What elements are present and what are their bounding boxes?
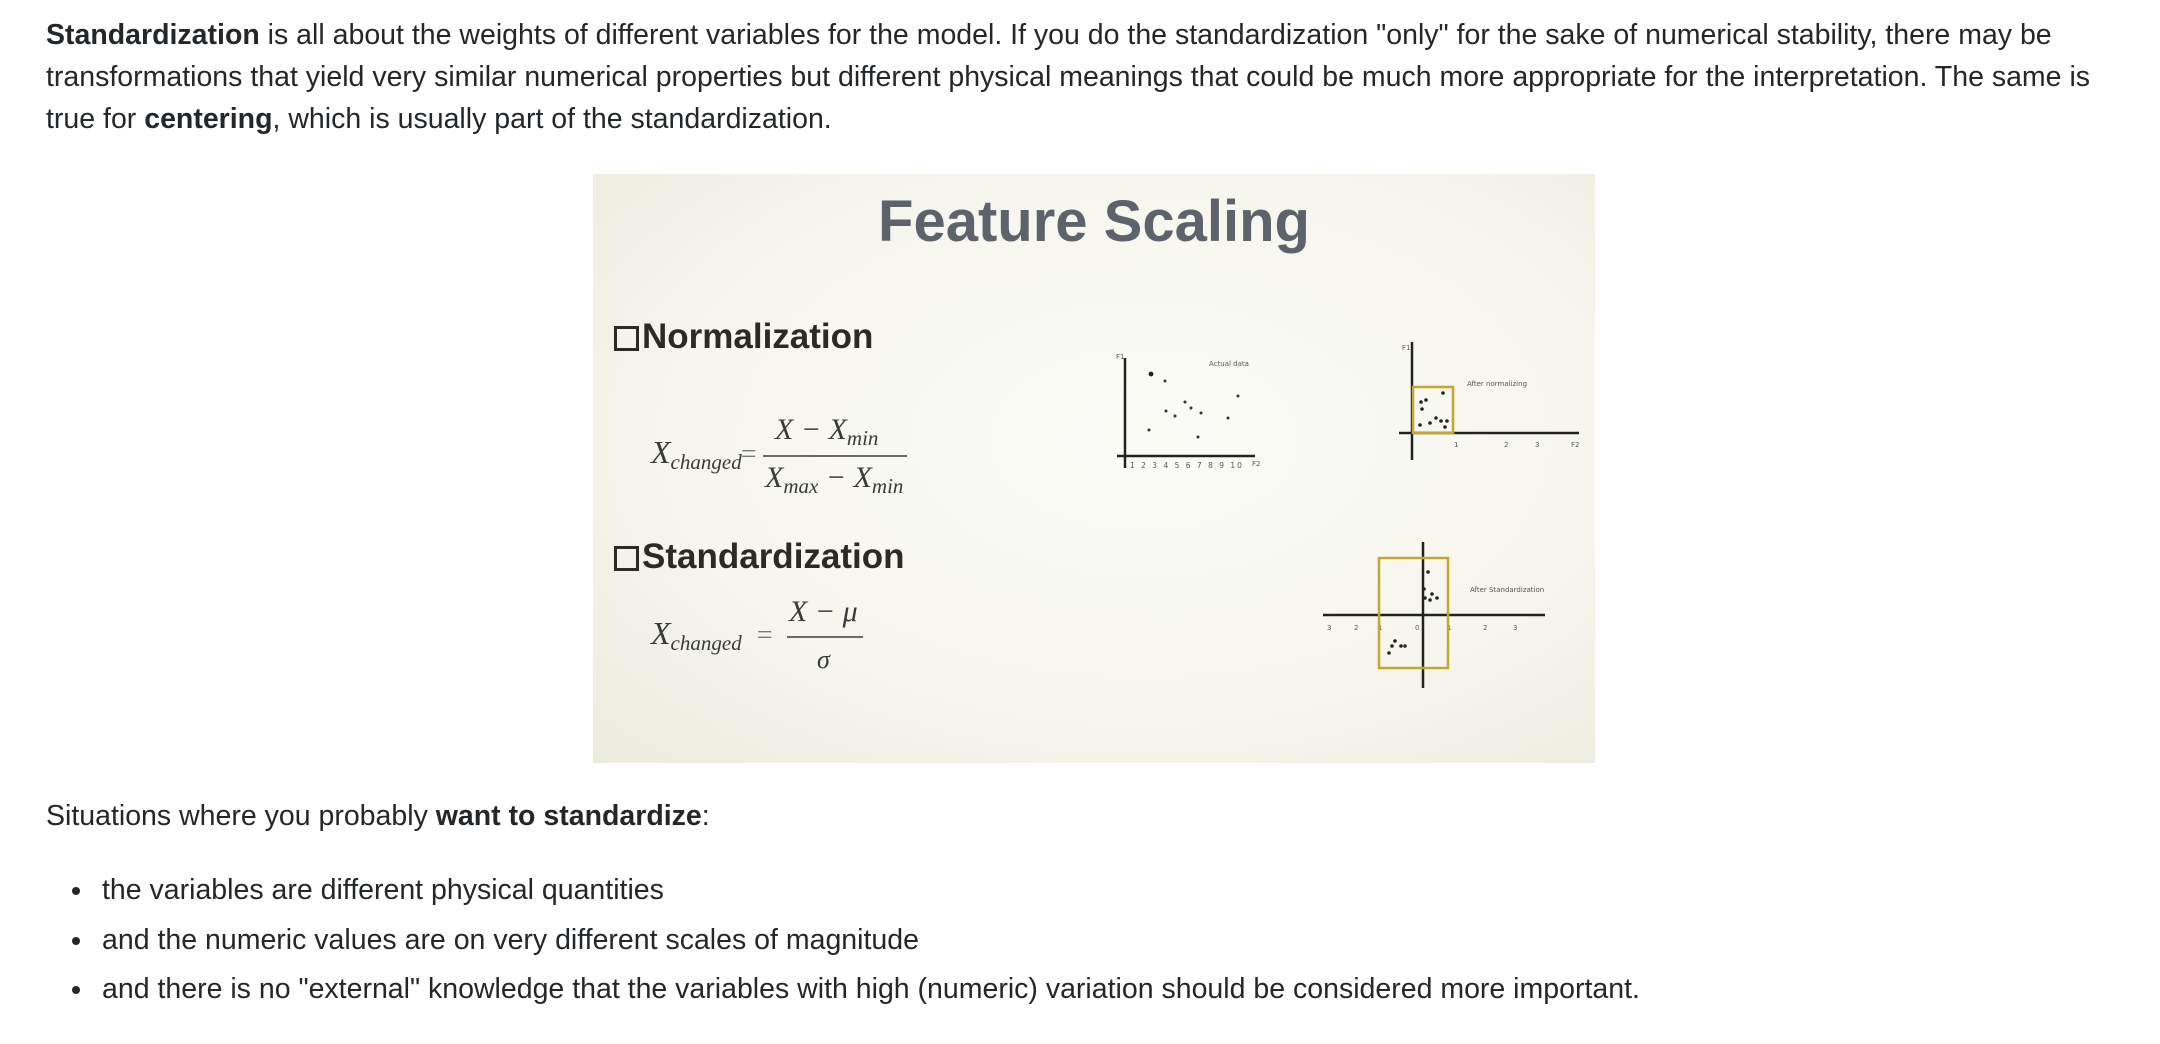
normalized-tick-1: 1 [1454,441,1458,449]
list-item: the variables are different physical qua… [46,866,1640,916]
normalized-x-axis-label: F2 [1571,441,1579,449]
std-tick-right-2: 2 [1483,624,1487,632]
normalized-tick-2: 2 [1504,441,1508,449]
norm-den-mid: − X [818,461,873,494]
intro-paragraph: Standardization is all about the weights… [46,14,2136,140]
normalization-formula-svg: Xchanged = X − Xmin Xmax − Xmin [649,413,907,498]
normalized-y-axis-label: F1 [1402,344,1410,352]
svg-text:=: = [755,620,774,651]
norm-den-sub-a: max [783,474,819,498]
normalization-formula: Xchanged = X − Xmin Xmax − Xmin [649,412,909,502]
norm-num-var: X − X [774,413,849,446]
standardization-formula: Xchanged = X − μ σ [649,594,879,684]
standardized-data-label: After Standardization [1470,586,1544,594]
list-item: and the numeric values are on very diffe… [46,916,1640,966]
article-body: Standardization is all about the weights… [46,14,2136,140]
std-tick-left-3: 3 [1327,624,1331,632]
svg-text:Xchanged: Xchanged [649,615,742,655]
normalized-data-label: After normalizing [1467,380,1527,388]
actual-data-plot: F1 F2 Actual data 1 2 3 4 5 6 7 8 9 10 [1115,350,1265,480]
normalization-heading: Normalization [614,317,873,357]
std-numerator: X − μ [788,595,858,628]
standardized-plot: After Standardization 3 2 1 0 1 2 3 [1315,538,1555,698]
svg-text:X − Xmin: X − Xmin [774,413,878,450]
standardized-plot-svg: After Standardization 3 2 1 0 1 2 3 [1323,542,1545,688]
list-item: and there is no "external" knowledge tha… [46,965,1640,1015]
normalized-tick-3: 3 [1535,441,1539,449]
std-denominator: σ [817,645,831,674]
std-tick-left-2: 2 [1354,624,1358,632]
situations-text-after: : [701,800,710,832]
norm-lhs-sub: changed [671,450,743,474]
standardization-formula-svg: Xchanged = X − μ σ [649,595,863,674]
actual-x-axis-label: F2 [1252,460,1260,468]
standardization-heading: Standardization [614,537,905,577]
svg-text:Xmax − Xmin: Xmax − Xmin [764,461,903,498]
actual-tick-labels: 1 2 3 4 5 6 7 8 9 10 [1130,461,1244,470]
situations-list: the variables are different physical qua… [46,866,1640,1015]
actual-y-axis-label: F1 [1116,353,1124,361]
normalized-plot-svg: F1 F2 After normalizing 1 2 3 [1399,342,1579,460]
situations-emphasis: want to standardize [435,800,702,832]
term-standardization: Standardization [46,19,260,51]
figure-title: Feature Scaling [878,189,1310,254]
situations-paragraph: Situations where you probably want to st… [46,795,710,837]
standardization-heading-label: Standardization [642,537,905,576]
normalized-plot: F1 F2 After normalizing 1 2 3 [1397,336,1587,486]
std-tick-right-3: 3 [1513,624,1517,632]
norm-den-var-a: X [764,461,785,494]
situations-text-before: Situations where you probably [46,800,436,832]
normalization-heading-label: Normalization [642,317,874,356]
term-centering: centering [144,103,273,135]
norm-num-sub: min [847,426,879,450]
intro-text-2: , which is usually part of the standardi… [272,103,832,135]
svg-text:Xchanged: Xchanged [649,434,742,474]
checkbox-icon [614,325,639,351]
checkbox-icon [614,545,639,571]
actual-data-label: Actual data [1209,360,1249,368]
actual-data-plot-svg: F1 F2 Actual data 1 2 3 4 5 6 7 8 9 10 [1116,353,1260,470]
std-lhs-sub: changed [671,631,743,655]
norm-lhs-var: X [649,434,672,470]
std-lhs-var: X [649,615,672,651]
svg-text:=: = [739,439,758,470]
feature-scaling-figure: Feature Scaling Normalization Xchanged =… [593,174,1595,763]
norm-den-sub-b: min [872,474,904,498]
std-tick-zero: 0 [1415,624,1419,632]
